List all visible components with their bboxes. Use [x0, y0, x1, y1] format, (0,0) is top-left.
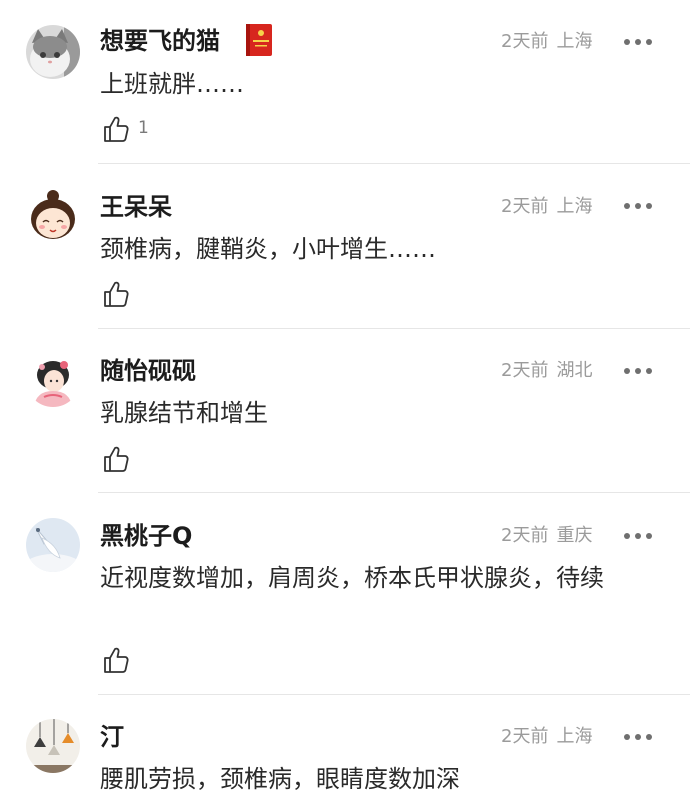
thumbs-up-icon — [104, 116, 129, 142]
more-dots-icon[interactable] — [622, 37, 654, 47]
comment-text: 上班就胖…… — [100, 70, 244, 98]
username[interactable]: 随怡砚砚 — [100, 356, 196, 386]
avatar[interactable] — [26, 189, 80, 243]
thumbs-up-icon — [104, 446, 129, 472]
comment-text: 近视度数增加，肩周炎，桥本氏甲状腺炎，待续 — [100, 564, 604, 592]
avatar[interactable] — [26, 25, 80, 79]
comment-time: 2天前 — [501, 726, 549, 747]
comment-meta: 2天前 上海 — [501, 30, 592, 54]
avatar[interactable] — [26, 719, 80, 773]
comment-text: 腰肌劳损，颈椎病，眼睛度数加深 — [100, 765, 460, 793]
divider — [98, 694, 690, 695]
divider — [98, 492, 690, 493]
like-button[interactable] — [102, 445, 138, 475]
more-dots-icon[interactable] — [622, 531, 654, 541]
comment-location: 湖北 — [556, 360, 593, 381]
like-count: 1 — [138, 118, 149, 138]
sky-avatar-image — [26, 518, 80, 572]
cat-avatar-image — [26, 25, 80, 79]
comment-meta: 2天前 上海 — [501, 725, 592, 749]
like-button[interactable] — [102, 646, 138, 676]
comment-time: 2天前 — [501, 31, 549, 52]
username[interactable]: 王呆呆 — [100, 192, 172, 222]
red-book-badge-icon — [246, 24, 272, 56]
comment-text: 乳腺结节和增生 — [100, 399, 268, 427]
comment-meta: 2天前 上海 — [501, 195, 592, 219]
comment-text: 颈椎病，腱鞘炎，小叶增生…… — [100, 235, 436, 263]
username[interactable]: 想要飞的猫 — [100, 26, 220, 56]
comment-location: 上海 — [556, 31, 593, 52]
comment-location: 重庆 — [556, 525, 593, 546]
divider — [98, 163, 690, 164]
more-dots-icon[interactable] — [622, 366, 654, 376]
avatar[interactable] — [26, 353, 80, 407]
username[interactable]: 黑桃子Q — [100, 521, 192, 551]
comment-meta: 2天前 重庆 — [501, 524, 592, 548]
thumbs-up-icon — [104, 647, 129, 673]
more-dots-icon[interactable] — [622, 201, 654, 211]
lamps-avatar-image — [26, 719, 80, 773]
thumbs-up-icon — [104, 281, 129, 307]
avatar[interactable] — [26, 518, 80, 572]
comment-meta: 2天前 湖北 — [501, 359, 592, 383]
divider — [98, 328, 690, 329]
comment-time: 2天前 — [501, 360, 549, 381]
comment-location: 上海 — [556, 726, 593, 747]
like-button[interactable] — [102, 280, 138, 310]
comment-time: 2天前 — [501, 196, 549, 217]
illustrated-girl-avatar-image — [26, 353, 80, 407]
more-dots-icon[interactable] — [622, 732, 654, 742]
comment-location: 上海 — [556, 196, 593, 217]
like-button[interactable]: 1 — [102, 115, 149, 145]
cartoon-girl-avatar-image — [26, 189, 80, 243]
username[interactable]: 汀 — [100, 722, 124, 752]
comment-time: 2天前 — [501, 525, 549, 546]
